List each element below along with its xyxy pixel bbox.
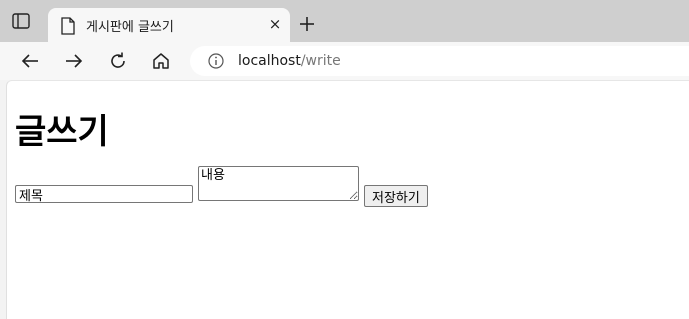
new-tab-icon[interactable] [298, 15, 316, 33]
address-bar[interactable]: localhost/write [190, 46, 689, 76]
url-path: /write [300, 53, 341, 69]
page-content: 글쓰기 내용 저장하기 [6, 80, 689, 319]
forward-icon[interactable] [64, 51, 84, 71]
content-textarea[interactable]: 내용 [198, 166, 359, 201]
url-host: localhost [238, 53, 301, 69]
browser-toolbar: localhost/write [0, 42, 689, 80]
url-text[interactable]: localhost/write [238, 53, 341, 69]
save-button[interactable]: 저장하기 [364, 185, 428, 207]
tab-title: 게시판에 글쓰기 [86, 20, 174, 35]
page-title: 글쓰기 [15, 112, 109, 152]
tab-strip: 게시판에 글쓰기 × [0, 0, 689, 42]
reload-icon[interactable] [108, 51, 128, 71]
info-icon[interactable] [208, 53, 224, 69]
back-icon[interactable] [20, 51, 40, 71]
tab-actions-icon[interactable] [12, 13, 30, 29]
title-input[interactable] [15, 185, 193, 203]
page-icon [60, 17, 76, 35]
close-tab-icon[interactable]: × [268, 16, 282, 32]
browser-tab[interactable]: 게시판에 글쓰기 × [48, 8, 290, 42]
home-icon[interactable] [151, 51, 171, 71]
